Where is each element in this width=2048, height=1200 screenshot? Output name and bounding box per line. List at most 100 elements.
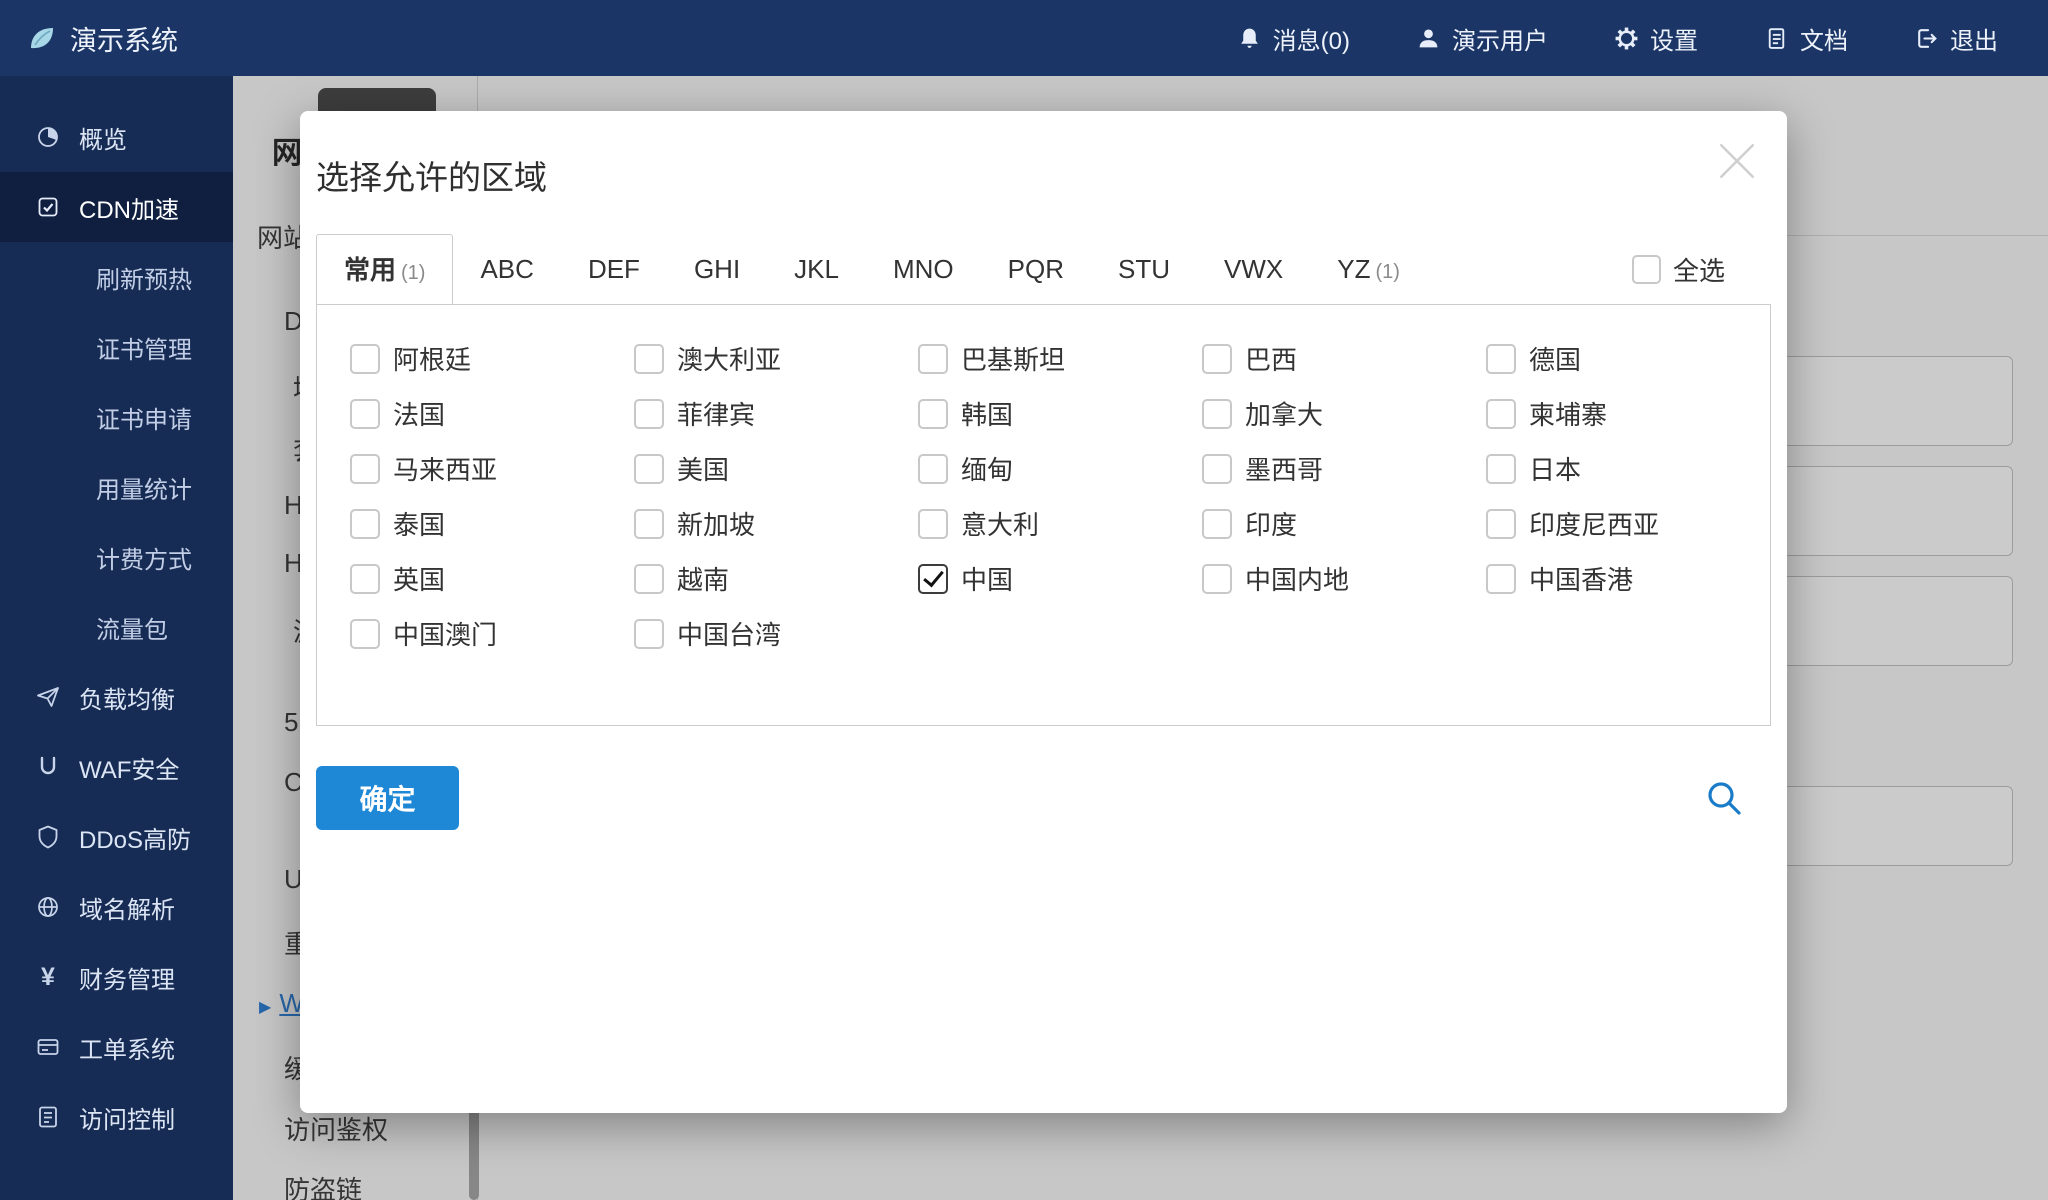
- region-option-malaysia[interactable]: 马来西亚: [350, 441, 634, 496]
- sidebar-item-label: 用量统计: [96, 476, 192, 504]
- tab-yz[interactable]: YZ (1): [1310, 234, 1427, 304]
- sidebar-item-access-control[interactable]: 访问控制: [0, 1082, 233, 1152]
- close-icon[interactable]: [1713, 137, 1761, 185]
- region-checkbox[interactable]: [918, 508, 948, 539]
- topnav-docs[interactable]: 文档: [1764, 21, 1848, 56]
- sidebar-item-usage-stats[interactable]: 用量统计: [0, 452, 233, 522]
- region-option-cambodia[interactable]: 柬埔寨: [1486, 386, 1770, 441]
- sidebar-item-label: 刷新预热: [96, 266, 192, 294]
- region-option-australia[interactable]: 澳大利亚: [634, 331, 918, 386]
- topnav-logout[interactable]: 退出: [1914, 21, 1998, 56]
- sidebar-item-label: 证书管理: [96, 336, 192, 364]
- sidebar-item-cert-manage[interactable]: 证书管理: [0, 312, 233, 382]
- sidebar-item-label: 证书申请: [96, 406, 192, 434]
- topnav-messages[interactable]: 消息(0): [1237, 21, 1350, 56]
- region-option-vietnam[interactable]: 越南: [634, 551, 918, 606]
- region-option-hongkong[interactable]: 中国香港: [1486, 551, 1770, 606]
- sidebar-item-load-balance[interactable]: 负载均衡: [0, 662, 233, 732]
- topnav-user[interactable]: 演示用户: [1416, 21, 1548, 56]
- select-all-label: 全选: [1672, 255, 1725, 286]
- sidebar-item-label: 流量包: [96, 616, 168, 644]
- region-option-china-mainland[interactable]: 中国内地: [1202, 551, 1486, 606]
- region-checkbox[interactable]: [634, 398, 664, 429]
- sidebar-item-cdn[interactable]: CDN加速: [0, 172, 233, 242]
- tab-ghi[interactable]: GHI: [667, 234, 767, 304]
- region-option-france[interactable]: 法国: [350, 386, 634, 441]
- region-option-singapore[interactable]: 新加坡: [634, 496, 918, 551]
- sidebar-item-dns[interactable]: 域名解析: [0, 872, 233, 942]
- region-checkbox[interactable]: [1202, 398, 1232, 429]
- region-checkbox[interactable]: [634, 343, 664, 374]
- region-checkbox[interactable]: [918, 453, 948, 484]
- sidebar-item-overview[interactable]: 概览: [0, 102, 233, 172]
- region-option-macau[interactable]: 中国澳门: [350, 606, 634, 661]
- region-option-italy[interactable]: 意大利: [918, 496, 1202, 551]
- confirm-button[interactable]: 确定: [316, 766, 459, 830]
- region-option-korea[interactable]: 韩国: [918, 386, 1202, 441]
- region-checkbox[interactable]: [350, 618, 380, 649]
- tab-def[interactable]: DEF: [561, 234, 667, 304]
- region-checkbox[interactable]: [1202, 563, 1232, 594]
- region-checkbox[interactable]: [634, 563, 664, 594]
- region-option-usa[interactable]: 美国: [634, 441, 918, 496]
- tab-common[interactable]: 常用 (1): [316, 234, 454, 304]
- region-checkbox[interactable]: [634, 508, 664, 539]
- topbar: 演示系统 消息(0) 演示用户 设置 文档 退出: [0, 0, 2048, 76]
- region-checkbox[interactable]: [1202, 453, 1232, 484]
- region-option-pakistan[interactable]: 巴基斯坦: [918, 331, 1202, 386]
- region-option-china[interactable]: 中国: [918, 551, 1202, 606]
- sidebar-item-waf[interactable]: WAF安全: [0, 732, 233, 802]
- region-option-mexico[interactable]: 墨西哥: [1202, 441, 1486, 496]
- search-icon[interactable]: [1705, 779, 1743, 817]
- region-checkbox[interactable]: [350, 453, 380, 484]
- region-option-germany[interactable]: 德国: [1486, 331, 1770, 386]
- region-option-brazil[interactable]: 巴西: [1202, 331, 1486, 386]
- region-option-myanmar[interactable]: 缅甸: [918, 441, 1202, 496]
- region-checkbox[interactable]: [1486, 343, 1516, 374]
- tab-pqr[interactable]: PQR: [981, 234, 1091, 304]
- region-checkbox[interactable]: [1486, 453, 1516, 484]
- tab-mno[interactable]: MNO: [866, 234, 981, 304]
- region-checkbox[interactable]: [918, 563, 948, 594]
- region-option-uk[interactable]: 英国: [350, 551, 634, 606]
- yen-icon: ¥: [41, 962, 55, 991]
- region-option-japan[interactable]: 日本: [1486, 441, 1770, 496]
- region-checkbox[interactable]: [1486, 398, 1516, 429]
- sidebar-item-ddos[interactable]: DDoS高防: [0, 802, 233, 872]
- region-option-philippines[interactable]: 菲律宾: [634, 386, 918, 441]
- select-all-option[interactable]: 全选: [1631, 242, 1725, 297]
- region-checkbox[interactable]: [350, 508, 380, 539]
- region-checkbox[interactable]: [634, 618, 664, 649]
- region-option-india[interactable]: 印度: [1202, 496, 1486, 551]
- region-checkbox[interactable]: [350, 343, 380, 374]
- brand-logo[interactable]: 演示系统: [0, 19, 178, 58]
- region-checkbox[interactable]: [1486, 508, 1516, 539]
- topnav-settings[interactable]: 设置: [1614, 21, 1698, 56]
- sidebar-item-cert-apply[interactable]: 证书申请: [0, 382, 233, 452]
- tab-stu[interactable]: STU: [1091, 234, 1197, 304]
- sidebar-item-traffic-pack[interactable]: 流量包: [0, 592, 233, 662]
- region-checkbox[interactable]: [1202, 508, 1232, 539]
- region-checkbox[interactable]: [918, 343, 948, 374]
- sidebar-item-refresh-prewarm[interactable]: 刷新预热: [0, 242, 233, 312]
- sidebar-item-finance[interactable]: ¥ 财务管理: [0, 942, 233, 1012]
- region-checkbox[interactable]: [918, 398, 948, 429]
- tab-jkl[interactable]: JKL: [767, 234, 866, 304]
- sidebar-item-billing-mode[interactable]: 计费方式: [0, 522, 233, 592]
- region-checkbox[interactable]: [1202, 343, 1232, 374]
- bell-icon: [1237, 26, 1262, 51]
- region-option-taiwan[interactable]: 中国台湾: [634, 606, 918, 661]
- region-option-argentina[interactable]: 阿根廷: [350, 331, 634, 386]
- region-option-canada[interactable]: 加拿大: [1202, 386, 1486, 441]
- region-checkbox[interactable]: [1486, 563, 1516, 594]
- region-option-thailand[interactable]: 泰国: [350, 496, 634, 551]
- select-all-checkbox[interactable]: [1631, 254, 1661, 284]
- region-checkbox[interactable]: [350, 563, 380, 594]
- region-checkbox[interactable]: [350, 398, 380, 429]
- region-option-indonesia[interactable]: 印度尼西亚: [1486, 496, 1770, 551]
- modal-title: 选择允许的区域: [316, 159, 547, 196]
- sidebar-item-tickets[interactable]: 工单系统: [0, 1012, 233, 1082]
- region-checkbox[interactable]: [634, 453, 664, 484]
- tab-vwx[interactable]: VWX: [1197, 234, 1310, 304]
- tab-abc[interactable]: ABC: [453, 234, 560, 304]
